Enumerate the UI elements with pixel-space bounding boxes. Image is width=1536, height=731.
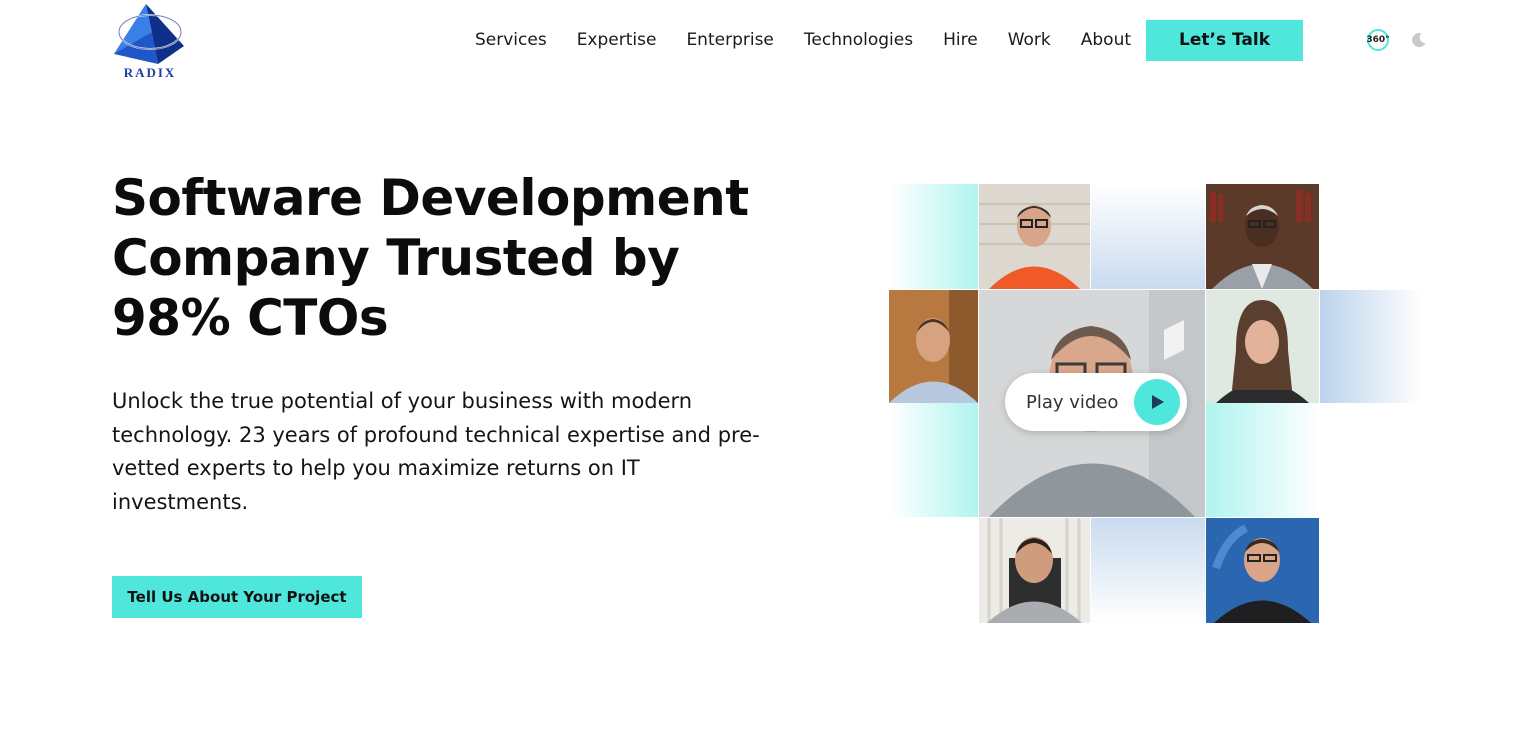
tell-us-about-project-button[interactable]: Tell Us About Your Project (112, 576, 362, 618)
decorative-gradient-tile (890, 184, 978, 289)
play-video-label: Play video (1026, 392, 1119, 413)
logo-wordmark: RADIX (123, 65, 177, 80)
lets-talk-button[interactable]: Let’s Talk (1146, 19, 1304, 61)
nav-services[interactable]: Services (475, 30, 547, 50)
moon-icon[interactable] (1411, 32, 1427, 48)
person-avatar-icon (889, 290, 978, 403)
testimonial-video-thumbnail[interactable] (979, 184, 1090, 289)
hero-description: Unlock the true potential of your busine… (112, 389, 760, 514)
testimonial-video-thumbnail[interactable] (1206, 290, 1319, 403)
nav-technologies[interactable]: Technologies (804, 30, 913, 50)
decorative-gradient-tile (1091, 184, 1205, 289)
decorative-gradient-tile (890, 403, 978, 517)
nav-work[interactable]: Work (1008, 30, 1051, 50)
person-avatar-icon (979, 518, 1090, 623)
testimonial-video-thumbnail[interactable] (979, 518, 1090, 623)
main-nav: Services Expertise Enterprise Technologi… (475, 19, 1304, 61)
play-triangle-icon (1152, 395, 1164, 409)
person-avatar-icon (1206, 518, 1319, 623)
decorative-gradient-tile (1320, 290, 1422, 403)
person-avatar-icon (1206, 290, 1319, 403)
nav-enterprise[interactable]: Enterprise (686, 30, 773, 50)
person-avatar-icon (979, 184, 1090, 289)
view-360-label: 360° (1366, 35, 1390, 45)
decorative-gradient-tile (1091, 518, 1205, 623)
testimonial-video-thumbnail[interactable] (1206, 518, 1319, 623)
testimonial-video-thumbnail[interactable] (889, 290, 978, 403)
testimonial-video-thumbnail[interactable] (1206, 184, 1319, 289)
nav-expertise[interactable]: Expertise (577, 30, 657, 50)
hero-title: Software Development Company Trusted by … (112, 169, 749, 347)
pyramid-logo-icon (114, 4, 184, 64)
play-video-button[interactable]: Play video (1005, 373, 1187, 431)
nav-about[interactable]: About (1081, 30, 1131, 50)
play-icon[interactable] (1134, 379, 1180, 425)
decorative-gradient-tile (1206, 403, 1320, 517)
radix-logo[interactable]: RADIX (112, 2, 188, 80)
nav-hire[interactable]: Hire (943, 30, 978, 50)
view-360-icon[interactable]: 360° (1366, 29, 1390, 51)
person-avatar-icon (1206, 184, 1319, 289)
